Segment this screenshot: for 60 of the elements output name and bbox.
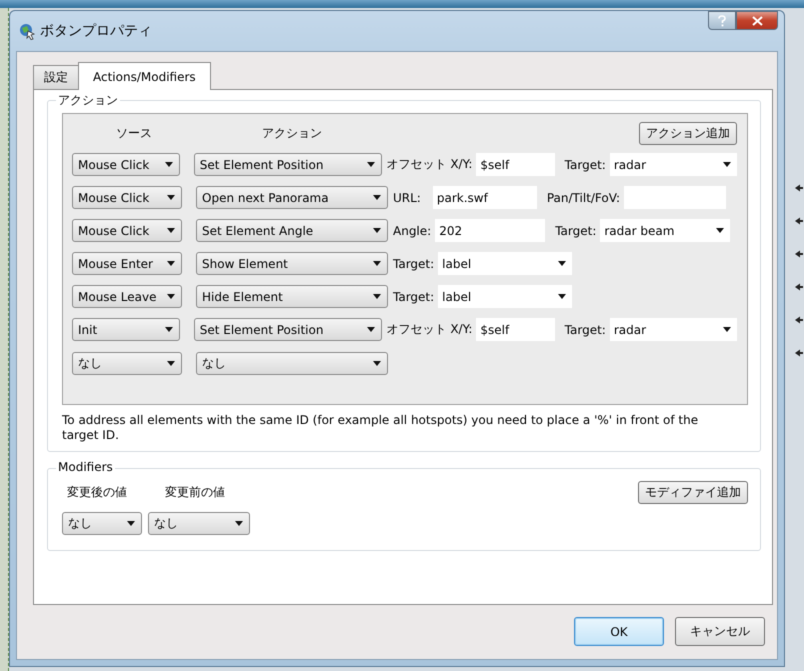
action-dropdown[interactable]: なし (196, 352, 388, 375)
field-label: Target: (564, 322, 606, 336)
column-header: ソース (115, 124, 153, 142)
arrow-icon (795, 184, 803, 192)
input-field[interactable]: $self (476, 153, 555, 176)
cancel-button[interactable]: キャンセル (675, 617, 765, 646)
action-dropdown[interactable]: Set Element Position (194, 153, 382, 176)
field-label: Target: (393, 290, 434, 304)
action-dropdown[interactable]: Set Element Angle (196, 219, 388, 242)
group-title: Modifiers (56, 460, 115, 474)
field-label: オフセット X/Y: (386, 156, 472, 173)
arrow-icon (795, 250, 803, 258)
close-button[interactable] (736, 11, 778, 30)
target-dropdown[interactable]: label (438, 252, 572, 275)
target-dropdown[interactable]: radar (610, 318, 737, 341)
close-icon (752, 16, 762, 26)
input-field[interactable]: park.swf (432, 186, 537, 209)
action-dropdown[interactable]: Show Element (196, 252, 388, 275)
action-dropdown[interactable]: Open next Panorama (196, 186, 388, 209)
action-dropdown[interactable]: Hide Element (196, 285, 388, 308)
source-dropdown[interactable]: Mouse Click (72, 153, 180, 176)
add-action-button[interactable]: アクション追加 (639, 122, 737, 144)
arrow-icon (795, 217, 803, 225)
field-label: オフセット X/Y: (386, 321, 472, 338)
source-dropdown[interactable]: なし (72, 352, 182, 375)
help-button[interactable] (708, 11, 736, 30)
tab[interactable]: Actions/Modifiers (78, 62, 211, 90)
source-dropdown[interactable]: Mouse Leave (72, 285, 182, 308)
column-header: 変更後の値 (66, 484, 128, 500)
field-label: Target: (564, 158, 606, 172)
help-text: To address all elements with the same ID (for example all hotspots) you need to place a '%' in front of the target ID. (62, 413, 700, 443)
question-icon (717, 14, 727, 26)
add-modifier-button[interactable]: モディファイ追加 (638, 480, 748, 504)
ok-button[interactable]: OK (574, 617, 664, 646)
arrow-icon (795, 316, 803, 324)
source-dropdown[interactable]: Init (72, 318, 180, 341)
field-label: Pan/Tilt/FoV: (546, 190, 620, 204)
field-label: Target: (555, 224, 596, 238)
arrow-icon (795, 349, 803, 357)
field-label: Target: (393, 256, 434, 270)
field-label: URL: (393, 190, 421, 204)
input-field[interactable]: $self (476, 318, 555, 341)
field-label: Angle: (393, 224, 432, 238)
window-title: ボタンプロパティ (40, 22, 152, 40)
tab[interactable]: 設定 (33, 65, 79, 89)
target-dropdown[interactable]: radar beam (600, 219, 730, 242)
app-icon (18, 22, 36, 40)
source-dropdown[interactable]: Mouse Enter (72, 252, 182, 275)
arrow-icon (795, 283, 803, 291)
target-dropdown[interactable]: label (438, 285, 572, 308)
group-title: アクション (56, 92, 120, 109)
action-dropdown[interactable]: Set Element Position (194, 318, 382, 341)
source-dropdown[interactable]: Mouse Click (72, 186, 182, 209)
target-dropdown[interactable]: radar (610, 153, 737, 176)
column-header: 変更前の値 (165, 484, 225, 500)
source-dropdown[interactable]: Mouse Click (72, 219, 182, 242)
modifier-dropdown[interactable]: なし (148, 512, 250, 535)
column-header: アクション (261, 124, 323, 142)
modifier-dropdown[interactable]: なし (62, 512, 142, 535)
input-field[interactable]: 202 (435, 219, 546, 242)
